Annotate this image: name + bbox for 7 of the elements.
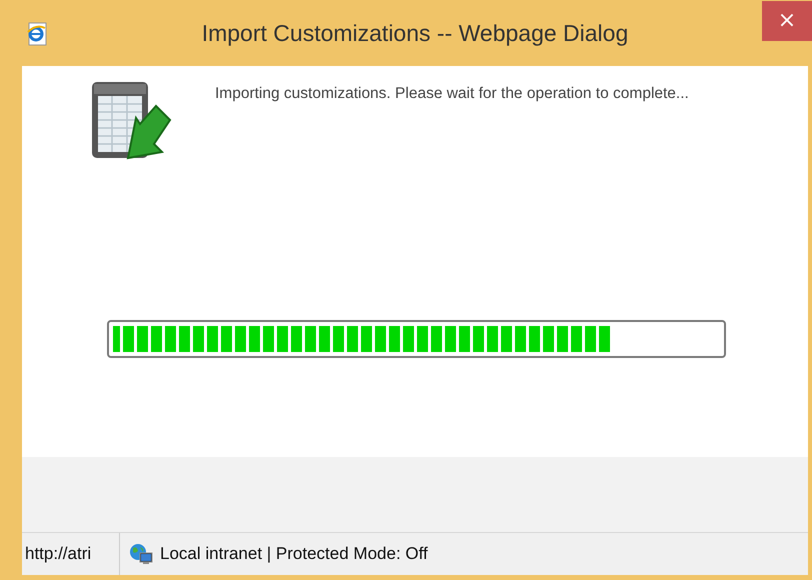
globe-computer-icon — [128, 542, 154, 566]
close-button[interactable]: × — [762, 1, 812, 41]
security-zone-text: Local intranet | Protected Mode: Off — [160, 543, 428, 566]
window-title: Import Customizations -- Webpage Dialog — [202, 18, 628, 48]
status-message: Importing customizations. Please wait for the operation to complete... — [215, 84, 690, 104]
browser-icon — [26, 22, 48, 46]
url-text: http://atri — [22, 533, 120, 575]
